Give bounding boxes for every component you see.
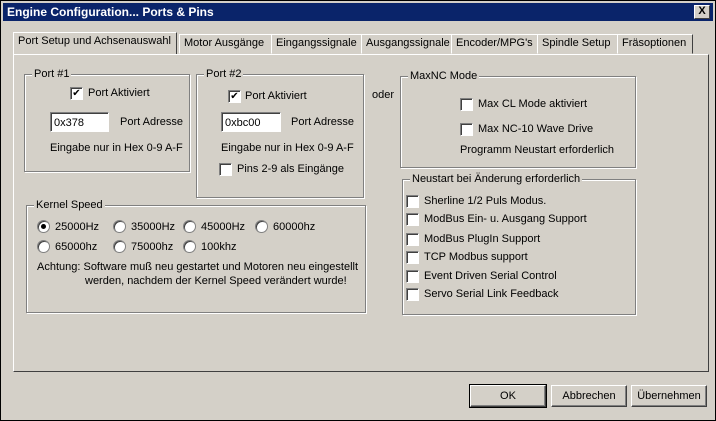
kernel-option-100khz[interactable]: [183, 240, 196, 253]
kernel-warning-line2: werden, nachdem der Kernel Speed verände…: [85, 275, 347, 287]
kernel-option-label: 45000Hz: [201, 221, 246, 233]
kernel-option-45000hz[interactable]: [183, 220, 196, 233]
kernel-warning-line1: Achtung: Software muß neu gestartet und …: [37, 261, 359, 273]
dialog-window: Engine Configuration... Ports & Pins X P…: [0, 0, 716, 421]
port1-address-label: Port Adresse: [120, 116, 183, 128]
max-cl-checkbox[interactable]: [460, 98, 473, 111]
max-nc10-label: Max NC-10 Wave Drive: [478, 123, 594, 135]
kernel-speed-title: Kernel Speed: [34, 199, 105, 211]
kernel-option-label: 65000hz: [55, 241, 98, 253]
tcp-modbus-checkbox[interactable]: [406, 251, 419, 264]
pins-inputs-checkbox[interactable]: [219, 163, 232, 176]
port1-hint: Eingabe nur in Hex 0-9 A-F: [50, 142, 183, 154]
kernel-option-label: 35000Hz: [131, 221, 176, 233]
tab-ausgangssignale[interactable]: Ausgangssignale: [361, 34, 457, 54]
maxnc-group: MaxNC Mode Max CL Mode aktiviert Max NC-…: [400, 70, 636, 168]
oder-label: oder: [372, 89, 395, 101]
port2-enabled-checkbox[interactable]: ✔: [228, 90, 241, 103]
tab-port-setup[interactable]: Port Setup und Achsenauswahl: [13, 32, 177, 54]
title-bar[interactable]: Engine Configuration... Ports & Pins X: [3, 3, 713, 21]
tab-encoder-mpg[interactable]: Encoder/MPG's: [451, 34, 541, 54]
port2-address-label: Port Adresse: [291, 116, 354, 128]
modbus-io-checkbox[interactable]: [406, 213, 419, 226]
apply-button[interactable]: Übernehmen: [631, 385, 707, 407]
kernel-option-75000hz[interactable]: [113, 240, 126, 253]
kernel-option-60000hz[interactable]: [255, 220, 268, 233]
tab-eingangssignale[interactable]: Eingangssignale: [271, 34, 365, 54]
kernel-option-35000hz[interactable]: [113, 220, 126, 233]
event-serial-checkbox[interactable]: [406, 270, 419, 283]
port2-title: Port #2: [204, 68, 244, 80]
modbus-plugin-checkbox[interactable]: [406, 233, 419, 246]
port1-enabled-checkbox[interactable]: ✔: [70, 87, 83, 100]
port1-enabled-label: Port Aktiviert: [88, 87, 150, 99]
servo-serial-checkbox[interactable]: [406, 288, 419, 301]
kernel-speed-group: Kernel Speed 25000Hz 35000Hz 45000Hz 600…: [26, 199, 366, 313]
cancel-button[interactable]: Abbrechen: [551, 385, 627, 407]
kernel-option-label: 60000hz: [273, 221, 316, 233]
port1-title: Port #1: [32, 68, 72, 80]
restart-item-label: ModBus Ein- u. Ausgang Support: [424, 213, 587, 225]
kernel-option-65000hz[interactable]: [37, 240, 50, 253]
close-icon: X: [698, 5, 706, 17]
port2-enabled-label: Port Aktiviert: [245, 90, 307, 102]
kernel-option-label: 25000Hz: [55, 221, 100, 233]
maxnc-title: MaxNC Mode: [408, 70, 480, 82]
sherline-checkbox[interactable]: [406, 195, 419, 208]
restart-item-label: Sherline 1/2 Puls Modus.: [424, 195, 547, 207]
tab-fraesoptionen[interactable]: Fräsoptionen: [617, 34, 693, 54]
restart-required-group: Neustart bei Änderung erforderlich Sherl…: [402, 173, 636, 315]
window-title: Engine Configuration... Ports & Pins: [7, 5, 214, 19]
restart-item-label: Event Driven Serial Control: [424, 270, 557, 282]
port2-group: Port #2 ✔ Port Aktiviert 0xbc00 Port Adr…: [196, 68, 364, 198]
restart-item-label: ModBus PlugIn Support: [424, 233, 541, 245]
port2-hint: Eingabe nur in Hex 0-9 A-F: [221, 142, 354, 154]
maxnc-note: Programm Neustart erforderlich: [460, 144, 615, 156]
tab-motor-ausgaenge[interactable]: Motor Ausgänge: [179, 34, 273, 54]
port2-address-input[interactable]: 0xbc00: [221, 112, 281, 132]
restart-item-label: TCP Modbus support: [424, 251, 528, 263]
tab-panel: Port #1 ✔ Port Aktiviert 0x378 Port Adre…: [13, 54, 709, 372]
tab-spindle-setup[interactable]: Spindle Setup: [537, 34, 621, 54]
kernel-option-25000hz[interactable]: [37, 220, 50, 233]
kernel-option-label: 75000hz: [131, 241, 174, 253]
restart-item-label: Servo Serial Link Feedback: [424, 288, 559, 300]
port1-address-input[interactable]: 0x378: [50, 112, 109, 132]
max-cl-label: Max CL Mode aktiviert: [478, 98, 588, 110]
ok-button[interactable]: OK: [469, 384, 547, 408]
kernel-option-label: 100khz: [201, 241, 237, 253]
pins-inputs-label: Pins 2-9 als Eingänge: [237, 163, 345, 175]
restart-title: Neustart bei Änderung erforderlich: [410, 173, 583, 185]
max-nc10-checkbox[interactable]: [460, 123, 473, 136]
close-button[interactable]: X: [694, 5, 710, 19]
port1-group: Port #1 ✔ Port Aktiviert 0x378 Port Adre…: [24, 68, 190, 172]
